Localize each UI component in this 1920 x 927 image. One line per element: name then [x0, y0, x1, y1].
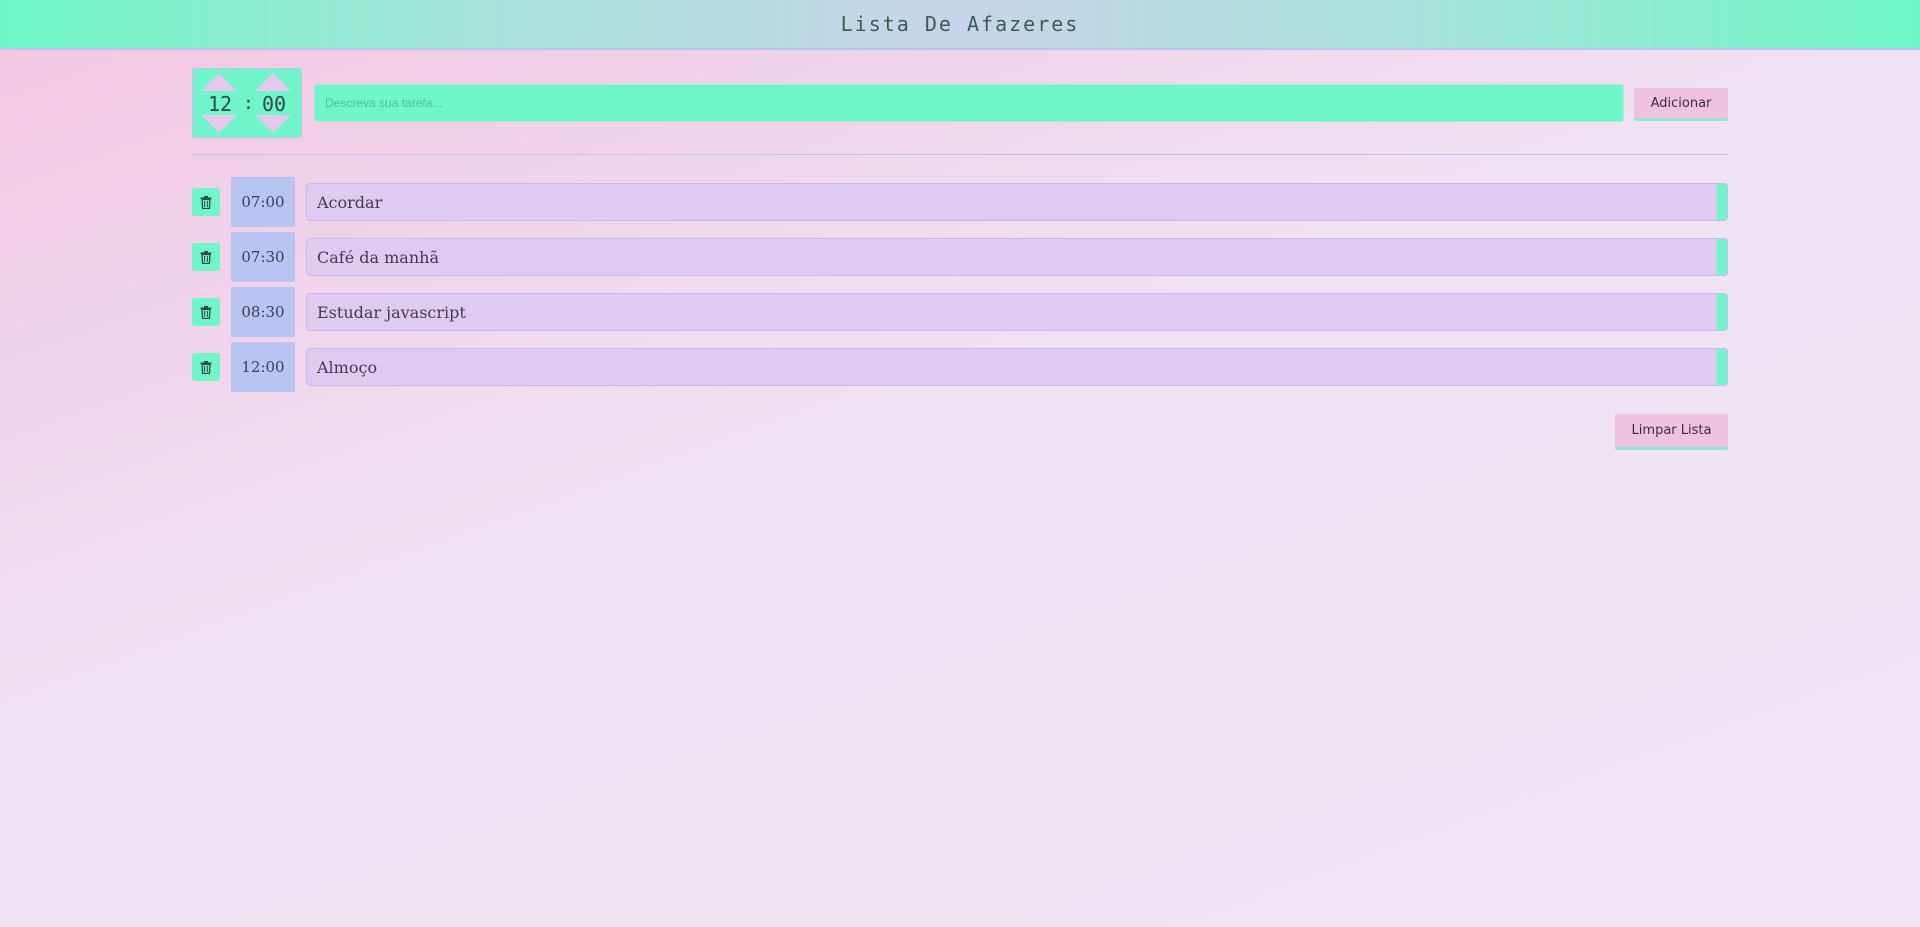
task-edge-marker: [1717, 184, 1727, 220]
task-text-field[interactable]: Café da manhã: [306, 238, 1728, 276]
trash-icon: [200, 195, 212, 209]
time-separator: :: [243, 93, 254, 114]
app-header: Lista De Afazeres: [0, 0, 1920, 50]
page-title: Lista De Afazeres: [840, 12, 1080, 36]
add-task-button[interactable]: Adicionar: [1634, 88, 1728, 118]
task-time: 12:00: [231, 342, 295, 392]
task-edge-marker: [1717, 349, 1727, 385]
delete-task-button[interactable]: [192, 298, 220, 326]
time-picker: 12 : 00: [192, 68, 302, 138]
task-text: Almoço: [317, 357, 378, 377]
task-text-field[interactable]: Estudar javascript: [306, 293, 1728, 331]
delete-task-button[interactable]: [192, 188, 220, 216]
task-row: 08:30 Estudar javascript: [192, 287, 1728, 337]
hour-decrement-icon[interactable]: [201, 115, 237, 133]
minute-increment-icon[interactable]: [255, 73, 291, 91]
task-time: 08:30: [231, 287, 295, 337]
hour-value[interactable]: 12: [208, 91, 232, 117]
task-row: 12:00 Almoço: [192, 342, 1728, 392]
task-time: 07:00: [231, 177, 295, 227]
task-text: Acordar: [317, 192, 383, 212]
task-text: Café da manhã: [317, 247, 439, 267]
minute-value[interactable]: 00: [262, 91, 286, 117]
task-text-field[interactable]: Acordar: [306, 183, 1728, 221]
minute-decrement-icon[interactable]: [255, 115, 291, 133]
task-edge-marker: [1717, 239, 1727, 275]
trash-icon: [200, 360, 212, 374]
trash-icon: [200, 305, 212, 319]
task-edge-marker: [1717, 294, 1727, 330]
task-description-input[interactable]: [314, 84, 1624, 122]
task-time: 07:30: [231, 232, 295, 282]
task-row: 07:00 Acordar: [192, 177, 1728, 227]
hour-increment-icon[interactable]: [201, 73, 237, 91]
delete-task-button[interactable]: [192, 243, 220, 271]
divider: [192, 154, 1728, 155]
task-text-field[interactable]: Almoço: [306, 348, 1728, 386]
delete-task-button[interactable]: [192, 353, 220, 381]
task-row: 07:30 Café da manhã: [192, 232, 1728, 282]
task-text: Estudar javascript: [317, 302, 466, 322]
trash-icon: [200, 250, 212, 264]
clear-list-button[interactable]: Limpar Lista: [1615, 414, 1728, 447]
